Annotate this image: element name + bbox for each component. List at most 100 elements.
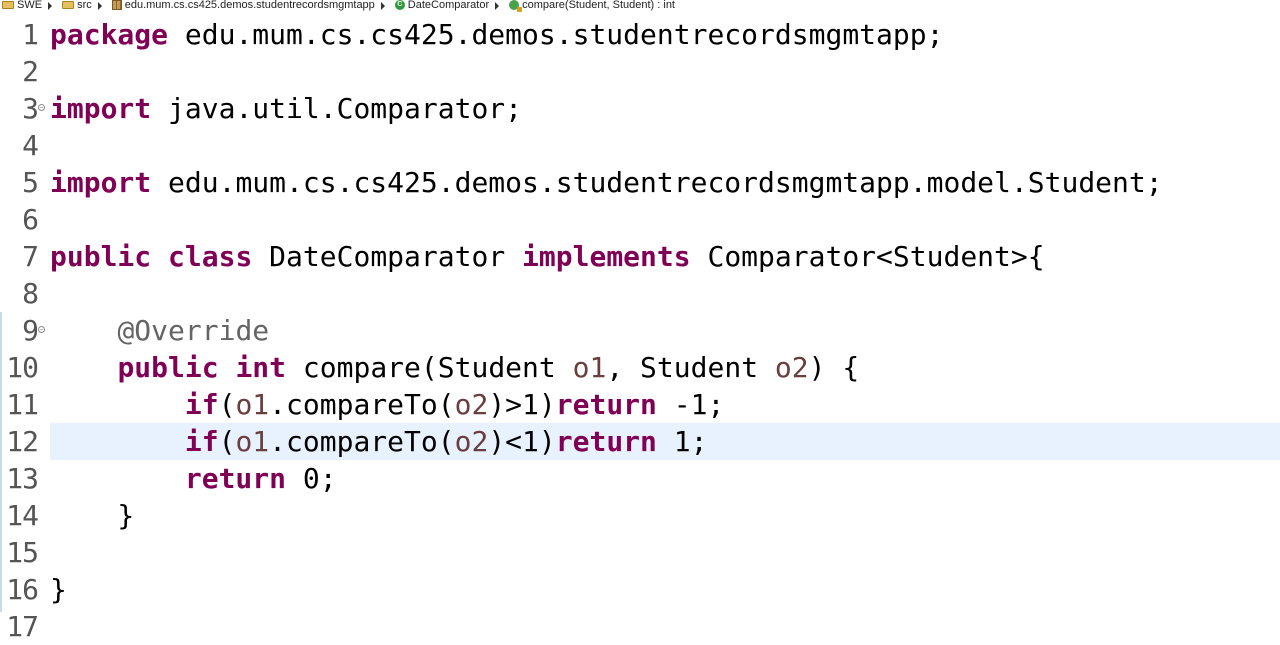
breadcrumb-chevron-icon	[97, 2, 102, 10]
breadcrumb-item-method[interactable]: compare(Student, Student) : int	[507, 0, 675, 12]
code-line[interactable]: 1 package edu.mum.cs.cs425.demos.studentr…	[0, 16, 1280, 53]
code-token: edu.mum.cs.cs425.demos.studentrecordsmgm…	[168, 18, 944, 51]
breadcrumb-label: compare(Student, Student) : int	[522, 0, 675, 11]
line-number: 13	[6, 462, 39, 495]
line-number: 5	[22, 166, 39, 199]
fold-collapse-icon[interactable]: −	[38, 104, 45, 111]
code-line[interactable]: 10 public int compare(Student o1, Studen…	[0, 349, 1280, 386]
keyword-token: import	[50, 166, 152, 199]
variable-token: o1	[235, 425, 270, 458]
code-token: , Student	[606, 351, 775, 384]
line-number: 12	[6, 425, 39, 458]
code-text: return 0;	[50, 460, 1280, 497]
breadcrumb: SWE src edu.mum.cs.cs425.demos.studentre…	[0, 0, 1280, 12]
keyword-token: if	[184, 388, 219, 421]
code-token: 1;	[656, 425, 708, 458]
code-token: }	[50, 499, 135, 532]
code-editor[interactable]: 1 package edu.mum.cs.cs425.demos.studentr…	[0, 16, 1280, 643]
code-token: edu.mum.cs.cs425.demos.studentrecordsmgm…	[151, 166, 1163, 199]
line-number: 7	[22, 240, 39, 273]
method-icon	[509, 0, 523, 12]
breadcrumb-item-package[interactable]: edu.mum.cs.cs425.demos.studentrecordsmgm…	[110, 0, 375, 11]
line-number: 3	[22, 92, 39, 125]
code-token: -1;	[656, 388, 725, 421]
line-number: 2	[22, 55, 39, 88]
code-line[interactable]: 14 }	[0, 497, 1280, 534]
package-icon	[111, 0, 122, 10]
code-line[interactable]: 9− @Override	[0, 312, 1280, 349]
breadcrumb-item-project[interactable]: SWE	[0, 0, 42, 11]
code-line[interactable]: 11 if(o1.compareTo(o2)>1)return -1;	[0, 386, 1280, 423]
code-token: }	[50, 573, 67, 606]
code-token: ) {	[808, 351, 860, 384]
code-line[interactable]: 16}	[0, 571, 1280, 608]
keyword-token: implements	[522, 240, 691, 273]
line-number: 16	[6, 573, 39, 606]
code-line[interactable]: 15	[0, 534, 1280, 571]
code-line[interactable]: 3− import java.util.Comparator;	[0, 90, 1280, 127]
keyword-token: return	[555, 425, 657, 458]
code-line[interactable]: 6	[0, 201, 1280, 238]
breadcrumb-item-class[interactable]: C DateComparator	[393, 0, 489, 11]
line-number: 15	[6, 536, 39, 569]
breadcrumb-item-src[interactable]: src	[60, 0, 92, 11]
breadcrumb-label: edu.mum.cs.cs425.demos.studentrecordsmgm…	[124, 0, 375, 11]
code-token: (	[218, 388, 236, 421]
code-token: Comparator<Student>{	[690, 240, 1045, 273]
line-number: 10	[6, 351, 39, 384]
variable-token: o1	[235, 388, 270, 421]
line-number: 9	[22, 314, 39, 347]
code-line[interactable]: 5 import edu.mum.cs.cs425.demos.studentre…	[0, 164, 1280, 201]
keyword-token: import	[50, 92, 152, 125]
variable-token: o1	[572, 351, 607, 384]
code-line[interactable]: 8	[0, 275, 1280, 312]
code-line[interactable]: 12 if(o1.compareTo(o2)<1)return 1;	[0, 423, 1280, 460]
code-text: import edu.mum.cs.cs425.demos.studentrec…	[50, 164, 1280, 201]
code-token: compare(Student	[286, 351, 573, 384]
code-line[interactable]: 17	[0, 608, 1280, 645]
line-number: 14	[6, 499, 39, 532]
code-text: }	[50, 497, 1280, 534]
keyword-token: int	[235, 351, 287, 384]
keyword-token: return	[555, 388, 657, 421]
code-line[interactable]: 7 public class DateComparator implements …	[0, 238, 1280, 275]
code-text: import java.util.Comparator;	[50, 90, 1280, 127]
line-number: 11	[6, 388, 39, 421]
code-line[interactable]: 4	[0, 127, 1280, 164]
variable-token: o2	[774, 351, 809, 384]
line-number: 4	[22, 129, 39, 162]
keyword-token: package	[50, 18, 169, 51]
code-line[interactable]: 2	[0, 53, 1280, 90]
breadcrumb-label: SWE	[17, 0, 43, 11]
line-number: 17	[6, 610, 39, 643]
keyword-token: return	[184, 462, 287, 495]
keyword-token: class	[168, 240, 253, 273]
code-token: .compareTo(	[269, 425, 455, 458]
code-text: if(o1.compareTo(o2)<1)return 1;	[50, 423, 1280, 460]
code-line[interactable]: 13 return 0;	[0, 460, 1280, 497]
line-number: 1	[22, 18, 39, 51]
code-text: @Override	[50, 312, 1280, 349]
project-folder-icon	[2, 0, 14, 9]
variable-token: o2	[454, 425, 489, 458]
code-token: java.util.Comparator;	[151, 92, 523, 125]
breadcrumb-chevron-icon	[48, 2, 53, 10]
line-number: 6	[22, 203, 39, 236]
code-token: .compareTo(	[269, 388, 455, 421]
code-token: 0;	[286, 462, 337, 495]
fold-collapse-icon[interactable]: −	[38, 326, 45, 333]
code-text: public class DateComparator implements C…	[50, 238, 1280, 275]
line-number: 8	[22, 277, 39, 310]
code-text: package edu.mum.cs.cs425.demos.studentre…	[50, 16, 1280, 53]
keyword-token: public	[117, 351, 219, 384]
breadcrumb-label: DateComparator	[407, 0, 490, 11]
